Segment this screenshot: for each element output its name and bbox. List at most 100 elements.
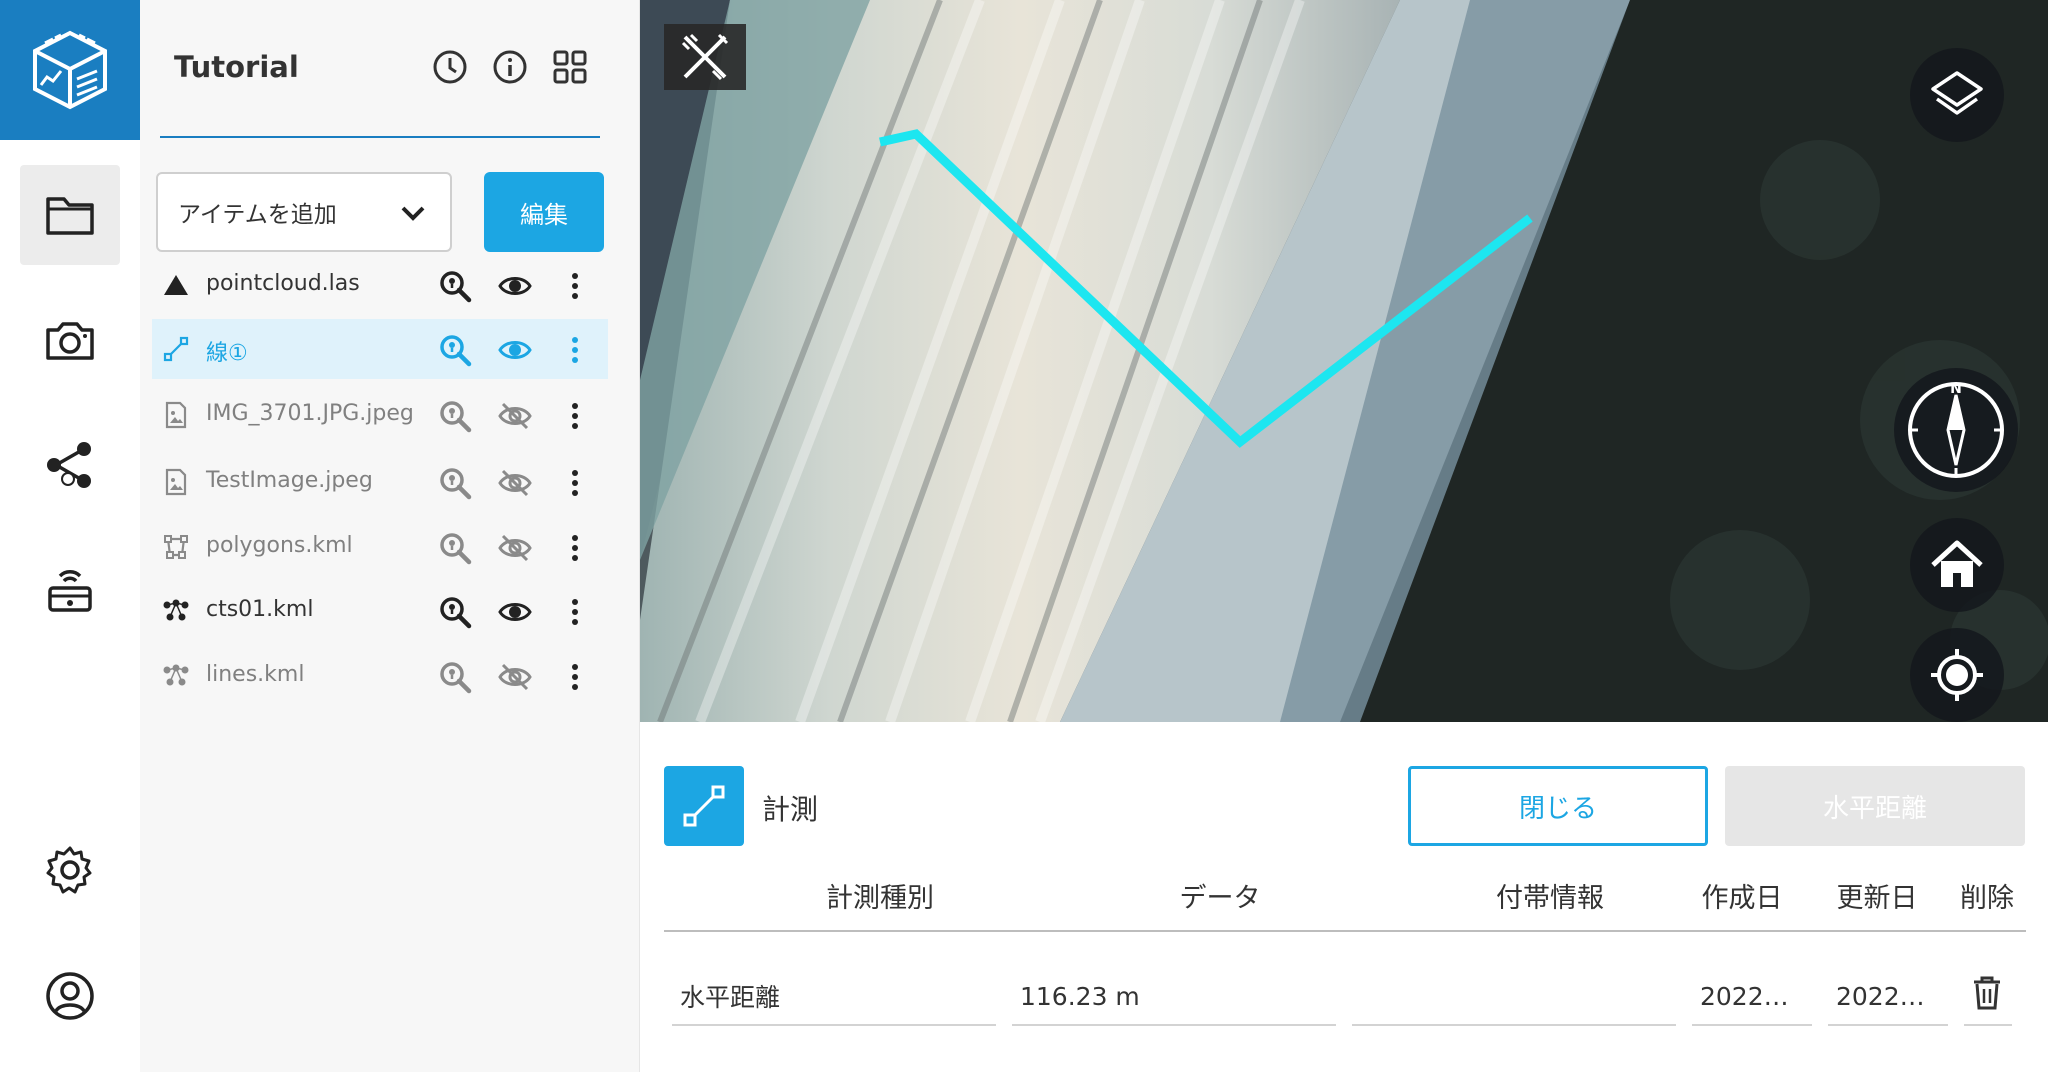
info-icon [493,50,527,84]
camera-icon [46,322,94,360]
add-item-select[interactable]: アイテムを追加 [156,172,452,252]
home-button[interactable] [1910,518,2004,612]
layer-name[interactable]: 線① [206,335,248,367]
points-icon [162,662,190,690]
col-header-delete: 削除 [1960,883,2014,914]
svg-text:N: N [1950,381,1962,397]
zoom-to-icon[interactable] [438,531,472,565]
measure-tool-button[interactable] [664,24,746,90]
row-type-cell: 水平距離 [672,968,996,1026]
row-created-cell: 2022… [1692,968,1812,1026]
left-rail [0,0,140,1072]
col-header-created: 作成日 [1701,883,1783,914]
zoom-to-icon[interactable] [438,333,472,367]
crosshair-icon [1931,649,1983,701]
more-vert-icon[interactable] [558,399,592,433]
compass-button[interactable]: N [1894,368,2018,492]
user-circle-icon [46,972,94,1020]
layer-name[interactable]: cts01.kml [206,597,313,622]
measure-type-button[interactable]: 水平距離 [1725,766,2025,846]
pointcloud-icon [162,271,190,299]
title-underline [160,136,600,138]
eye-off-icon[interactable] [498,660,532,694]
map-view[interactable]: N [640,0,2048,722]
app-logo[interactable] [0,0,140,140]
grid-icon [553,50,587,84]
ruler-pencil-icon [681,33,729,81]
more-vert-icon[interactable] [558,333,592,367]
zoom-to-icon[interactable] [438,269,472,303]
col-header-info: 付帯情報 [1496,883,1604,914]
layer-row[interactable]: IMG_3701.JPG.jpeg [152,385,608,445]
zoom-to-icon[interactable] [438,660,472,694]
measure-type-icon-box [664,766,744,846]
rail-account-button[interactable] [20,946,120,1046]
more-vert-icon[interactable] [558,660,592,694]
zoom-to-icon[interactable] [438,399,472,433]
layers-panel: Tutorial アイテムを追加 編集 pointcloud.las 線① IMG_… [140,0,640,1072]
more-vert-icon[interactable] [558,466,592,500]
layer-row[interactable]: pointcloud.las [152,255,608,315]
clock-icon [433,50,467,84]
panel-header-icons [431,48,589,86]
more-vert-icon[interactable] [558,531,592,565]
row-data-cell: 116.23 m [1012,968,1336,1026]
share-icon [47,442,91,488]
layer-name[interactable]: lines.kml [206,662,304,687]
rail-camera-button[interactable] [20,290,120,390]
col-header-data: データ [1179,883,1261,914]
grid-view-button[interactable] [551,48,589,86]
row-info-field[interactable] [1352,968,1676,1026]
more-vert-icon[interactable] [558,269,592,303]
eye-icon[interactable] [498,595,532,629]
eye-off-icon[interactable] [498,531,532,565]
rail-share-button[interactable] [20,415,120,515]
layer-row[interactable]: cts01.kml [152,581,608,641]
close-button[interactable]: 閉じる [1408,766,1708,846]
layer-name[interactable]: pointcloud.las [206,271,360,296]
image-icon [162,468,190,496]
row-updated-cell: 2022… [1828,968,1948,1026]
layers-icon [1931,71,1983,115]
measure-title: 計測 [762,793,819,826]
col-header-type: 計測種別 [826,883,934,914]
trash-icon[interactable] [1970,974,2004,1012]
rail-settings-button[interactable] [20,820,120,920]
layer-name[interactable]: polygons.kml [206,533,353,558]
compass-icon: N [1908,381,2004,478]
gear-icon [46,846,92,894]
zoom-to-icon[interactable] [438,466,472,500]
col-header-updated: 更新日 [1836,883,1918,914]
edit-button[interactable]: 編集 [484,172,604,252]
zoom-to-icon[interactable] [438,595,472,629]
points-icon [162,597,190,625]
project-title: Tutorial [174,50,299,84]
rail-device-button[interactable] [20,540,120,640]
layer-name[interactable]: IMG_3701.JPG.jpeg [206,401,414,426]
line-icon [162,335,190,363]
layer-row[interactable]: polygons.kml [152,517,608,577]
remote-device-icon [48,570,92,612]
rail-folder-button[interactable] [20,165,120,265]
layer-name[interactable]: TestImage.jpeg [206,468,373,493]
layers-toggle-button[interactable] [1910,48,2004,142]
eye-icon[interactable] [498,269,532,303]
aerial-imagery [640,0,2048,722]
eye-off-icon[interactable] [498,466,532,500]
layer-row[interactable]: TestImage.jpeg [152,452,608,512]
layer-row[interactable]: lines.kml [152,646,608,706]
eye-off-icon[interactable] [498,399,532,433]
measurement-panel: 計測 閉じる 水平距離 計測種別 データ 付帯情報 作成日 更新日 削除 水平距… [640,722,2048,1072]
table-header-divider [664,930,2026,932]
chevron-down-icon [401,206,425,221]
home-icon [1931,540,1983,587]
cube-logo-icon [33,30,107,110]
layer-row[interactable]: 線① [152,319,608,379]
info-button[interactable] [491,48,529,86]
image-icon [162,401,190,429]
eye-icon[interactable] [498,333,532,367]
history-button[interactable] [431,48,469,86]
more-vert-icon[interactable] [558,595,592,629]
polygon-icon [162,533,190,561]
locate-button[interactable] [1910,628,2004,722]
